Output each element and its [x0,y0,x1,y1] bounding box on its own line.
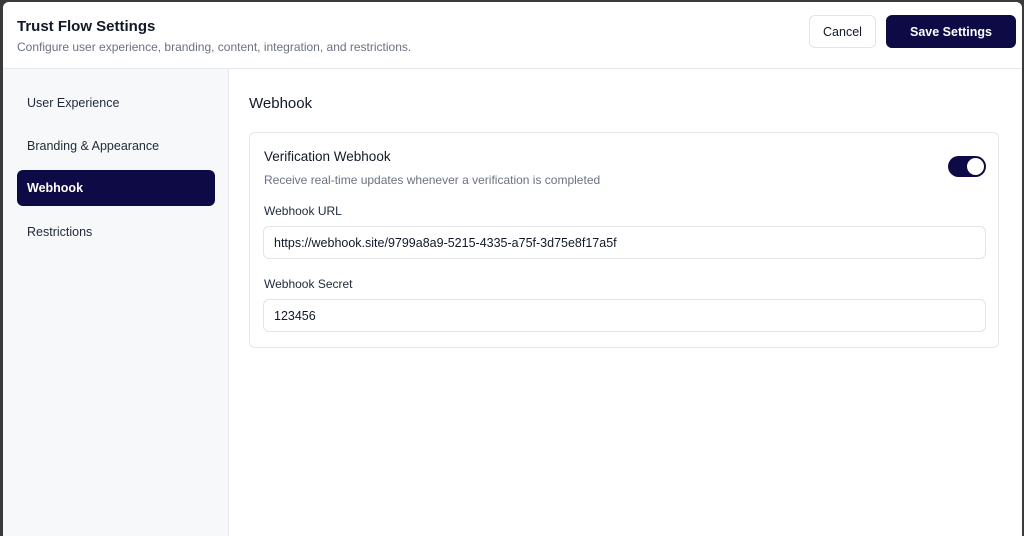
page-title: Trust Flow Settings [17,18,156,35]
save-settings-button[interactable]: Save Settings [886,15,1016,48]
webhook-toggle[interactable] [948,156,986,177]
toggle-knob [967,158,984,175]
settings-sidebar: User Experience Branding & Appearance We… [3,69,229,536]
sidebar-item-webhook[interactable]: Webhook [17,170,215,206]
webhook-url-input[interactable] [263,226,986,259]
webhook-url-label: Webhook URL [264,204,342,218]
cancel-button[interactable]: Cancel [809,15,876,48]
main-content: Webhook Verification Webhook Receive rea… [230,69,1022,536]
sidebar-item-user-experience[interactable]: User Experience [17,85,215,121]
sidebar-item-branding-appearance[interactable]: Branding & Appearance [17,128,215,164]
page-subtitle: Configure user experience, branding, con… [17,40,412,54]
webhook-card: Verification Webhook Receive real-time u… [249,132,999,348]
modal-header: Trust Flow Settings Configure user exper… [3,2,1022,69]
card-title: Verification Webhook [264,149,391,164]
webhook-secret-label: Webhook Secret [264,277,353,291]
card-description: Receive real-time updates whenever a ver… [264,173,601,187]
section-title: Webhook [249,95,313,112]
sidebar-item-restrictions[interactable]: Restrictions [17,214,215,250]
settings-modal: Trust Flow Settings Configure user exper… [3,2,1022,536]
webhook-secret-input[interactable] [263,299,986,332]
